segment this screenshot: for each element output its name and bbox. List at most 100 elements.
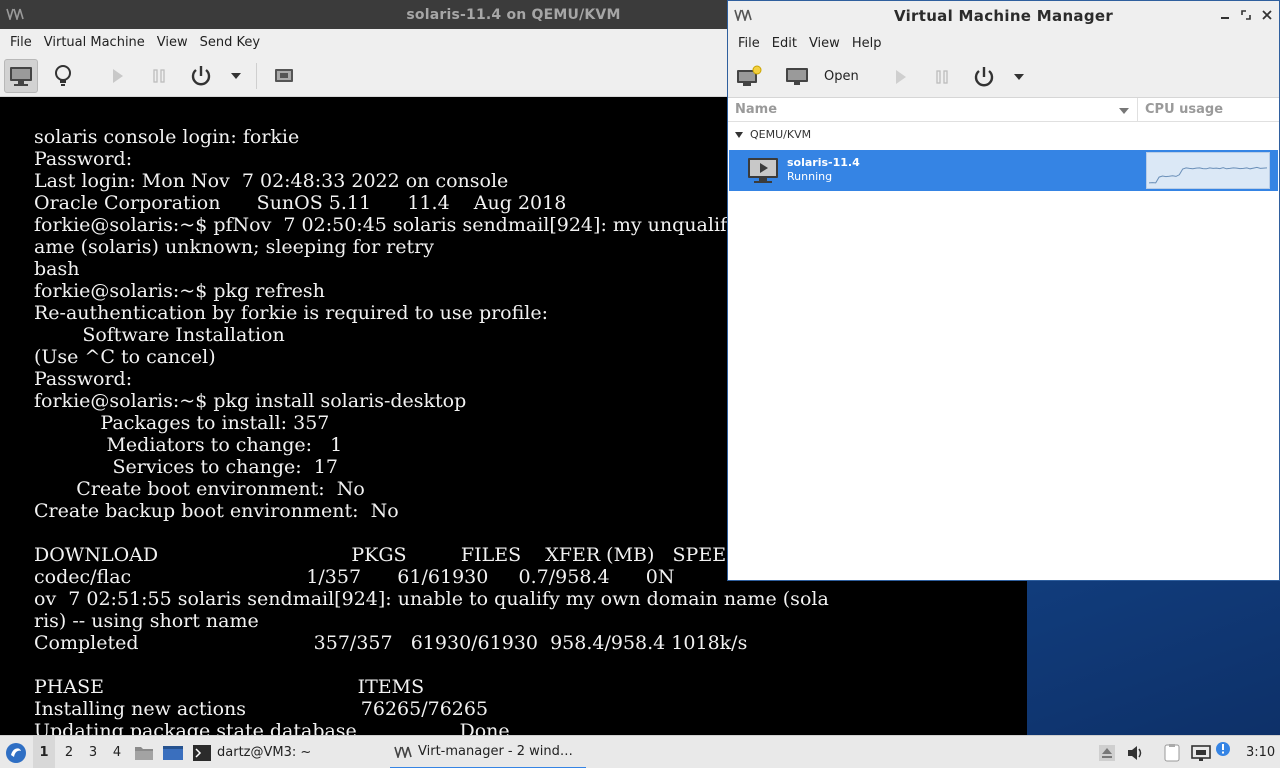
- pause-button[interactable]: [142, 59, 176, 93]
- workspace-1[interactable]: 1: [33, 736, 55, 768]
- chevron-down-icon: [231, 72, 241, 79]
- power-icon: [191, 65, 211, 85]
- shutdown-button[interactable]: [967, 60, 1001, 94]
- maximize-button[interactable]: [1240, 8, 1252, 22]
- vmm-menubar: File Edit View Help: [728, 30, 1279, 56]
- run-button[interactable]: [883, 60, 917, 94]
- vm-name: solaris-11.4: [787, 156, 860, 169]
- vmm-toolbar: Open: [728, 56, 1279, 98]
- minimize-button[interactable]: [1219, 8, 1231, 22]
- pause-icon: [936, 69, 948, 84]
- chevron-down-icon: [1013, 73, 1024, 80]
- sort-arrow-icon[interactable]: [1118, 107, 1130, 115]
- show-desktop-button[interactable]: [162, 736, 184, 768]
- menu-file[interactable]: File: [4, 35, 38, 50]
- volume-tray-button[interactable]: [1126, 736, 1146, 768]
- close-button[interactable]: [1261, 8, 1273, 22]
- file-manager-launcher[interactable]: [134, 736, 154, 768]
- terminal-task-button[interactable]: dartz@VM3: ~: [193, 736, 311, 768]
- running-vm-icon: [748, 158, 778, 183]
- close-icon: [1262, 10, 1272, 20]
- virt-manager-task-label: Virt-manager - 2 wind…: [418, 744, 573, 759]
- console-line: Updating package state database Done: [34, 720, 510, 735]
- shutdown-button[interactable]: [184, 59, 218, 93]
- network-icon: [1191, 744, 1211, 761]
- lightbulb-icon: [55, 64, 71, 86]
- menu-view[interactable]: View: [151, 35, 194, 50]
- play-icon: [113, 68, 123, 83]
- info-icon: [1216, 741, 1230, 756]
- minimize-icon: [1221, 17, 1229, 19]
- fullscreen-icon: [275, 68, 293, 82]
- cpu-usage-line: [1148, 166, 1268, 184]
- maximize-icon: [1241, 10, 1251, 20]
- folder-icon: [135, 746, 153, 760]
- virt-manager-logo-icon: [734, 9, 752, 21]
- menu-edit[interactable]: Edit: [766, 36, 803, 51]
- details-view-button[interactable]: [46, 59, 80, 93]
- fullscreen-button[interactable]: [267, 59, 301, 93]
- virt-manager-logo-icon: [6, 8, 24, 20]
- eject-icon: [1099, 744, 1115, 761]
- play-icon: [895, 69, 906, 84]
- power-icon: [974, 66, 993, 86]
- console-view-button[interactable]: [4, 58, 38, 93]
- cpu-usage-graph: [1146, 152, 1270, 189]
- run-button[interactable]: [100, 59, 134, 93]
- workspace-3[interactable]: 3: [84, 736, 102, 768]
- start-menu-button[interactable]: [4, 736, 28, 768]
- monitor-icon: [10, 66, 32, 86]
- console-line: ov 7 02:51:55 solaris sendmail[924]: una…: [34, 588, 829, 610]
- lxqt-menu-icon: [6, 742, 26, 763]
- eject-tray-button[interactable]: [1098, 736, 1116, 768]
- vm-window-title: solaris-11.4 on QEMU/KVM: [406, 6, 621, 23]
- workspace-4[interactable]: 4: [108, 736, 126, 768]
- cpu-usage-column-header[interactable]: CPU usage: [1145, 102, 1223, 117]
- monitor-icon: [786, 67, 808, 85]
- taskbar: 1 2 3 4 dartz@VM3: ~ Virt-manager - 2 wi…: [0, 735, 1280, 768]
- menu-view[interactable]: View: [803, 36, 846, 51]
- vm-list-header: Name CPU usage: [728, 98, 1279, 122]
- clipboard-icon: [1164, 743, 1180, 761]
- console-line: Installing new actions 76265/76265: [34, 698, 489, 720]
- menu-file[interactable]: File: [732, 36, 766, 51]
- virtual-machine-manager-window: Virtual Machine Manager File Edit View H…: [727, 0, 1280, 581]
- expander-down-icon[interactable]: [734, 131, 744, 139]
- shutdown-menu-button[interactable]: [226, 59, 246, 93]
- open-button-label: Open: [824, 69, 859, 84]
- new-vm-button[interactable]: [732, 60, 766, 94]
- vm-status: Running: [787, 170, 833, 183]
- menu-send-key[interactable]: Send Key: [194, 35, 266, 50]
- console-line: Completed 357/357 61930/61930 958.4/958.…: [34, 632, 748, 654]
- pause-button[interactable]: [925, 60, 959, 94]
- notification-tray-button[interactable]: [1215, 732, 1231, 765]
- clock[interactable]: 3:10: [1246, 736, 1275, 768]
- pause-icon: [153, 68, 165, 83]
- vmm-window-titlebar[interactable]: Virtual Machine Manager: [728, 1, 1279, 30]
- terminal-task-label: dartz@VM3: ~: [217, 745, 312, 760]
- console-line: ris) -- using short name: [34, 610, 259, 632]
- connection-label: QEMU/KVM: [750, 128, 812, 141]
- vmm-window-title: Virtual Machine Manager: [893, 6, 1114, 25]
- open-button[interactable]: Open: [780, 60, 863, 94]
- clipboard-tray-button[interactable]: [1163, 736, 1183, 768]
- menu-help[interactable]: Help: [846, 36, 888, 51]
- desktop-icon: [163, 745, 183, 760]
- menu-virtual-machine[interactable]: Virtual Machine: [38, 35, 151, 50]
- connection-group-row[interactable]: QEMU/KVM: [728, 125, 1279, 145]
- new-vm-icon: [737, 65, 762, 86]
- name-column-header[interactable]: Name: [735, 102, 777, 117]
- speaker-icon: [1128, 745, 1142, 760]
- terminal-icon: [193, 744, 211, 761]
- window-controls: [1219, 8, 1273, 22]
- virt-manager-task-button[interactable]: Virt-manager - 2 wind…: [390, 736, 586, 768]
- workspace-2[interactable]: 2: [60, 736, 78, 768]
- shutdown-menu-button[interactable]: [1009, 60, 1029, 94]
- network-tray-button[interactable]: [1191, 736, 1211, 768]
- column-separator: [1137, 98, 1138, 122]
- vm-list-row[interactable]: solaris-11.4 Running: [729, 150, 1278, 191]
- toolbar-separator: [256, 62, 257, 89]
- virt-manager-logo-icon: [394, 746, 412, 758]
- console-line: PHASE ITEMS: [34, 676, 425, 698]
